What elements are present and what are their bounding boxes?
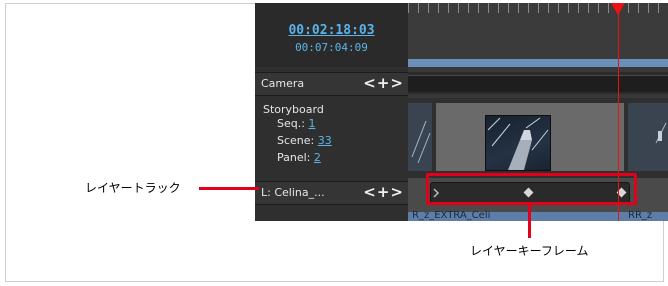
camera-track[interactable] [408, 72, 668, 94]
track-header-panel: 00:02:18:03 00:07:04:09 Camera <+> Story… [255, 3, 408, 221]
keyframe-highlight-box [426, 173, 637, 205]
storyboard-info: Storyboard Seq.: 1 Scene: 33 Panel: 2 [255, 97, 408, 181]
storyboard-track[interactable] [408, 98, 668, 178]
layer-nav-controls[interactable]: <+> [363, 183, 404, 201]
camera-label: Camera [261, 77, 305, 90]
rain-streaks-icon [655, 122, 667, 144]
next-panel-thumbnail[interactable] [628, 103, 668, 171]
current-timecode[interactable]: 00:02:18:03 [255, 23, 408, 38]
scene-line: Scene: 33 [277, 134, 332, 147]
timecode-box: 00:02:18:03 00:07:04:09 [255, 3, 408, 67]
panel-line: Panel: 2 [277, 151, 321, 164]
scene-band [408, 59, 668, 67]
strip-left-text: R_z_EXTRA_Celi [412, 210, 491, 221]
playhead-marker-icon[interactable] [611, 3, 625, 15]
scene-label: Scene: [277, 134, 315, 147]
layer-label: L: Celina_... [261, 186, 325, 199]
panel-label: Panel: [277, 151, 311, 164]
layer-track-annotation: レイヤートラック [85, 181, 181, 195]
camera-nav-controls[interactable]: <+> [363, 74, 404, 92]
scene-drawing-icon [487, 117, 549, 170]
rain-streaks-icon [411, 120, 431, 164]
strip-right-text: RR_z [628, 210, 653, 221]
current-panel[interactable] [436, 103, 624, 171]
ruler-ticks [408, 3, 668, 13]
panel-thumbnail[interactable] [408, 103, 432, 171]
layer-keyframe-annotation: レイヤーキーフレーム [470, 244, 589, 258]
storyboard-title: Storyboard [263, 103, 324, 116]
keyframe-callout-line [528, 205, 531, 238]
scene-link[interactable]: 33 [318, 134, 332, 147]
total-duration: 00:07:04:09 [295, 41, 368, 54]
layer-track-header[interactable]: L: Celina_... <+> [255, 181, 408, 205]
seq-label: Seq.: [277, 117, 305, 130]
camera-track-header[interactable]: Camera <+> [255, 72, 408, 96]
time-ruler[interactable] [408, 3, 668, 59]
seq-line: Seq.: 1 [277, 117, 315, 130]
panel-link[interactable]: 2 [314, 151, 321, 164]
layer-track-callout-line [199, 187, 259, 190]
layer-name-strip: R_z_EXTRA_Celi RR_z [408, 210, 668, 221]
seq-link[interactable]: 1 [308, 117, 315, 130]
panel-image [485, 115, 551, 171]
